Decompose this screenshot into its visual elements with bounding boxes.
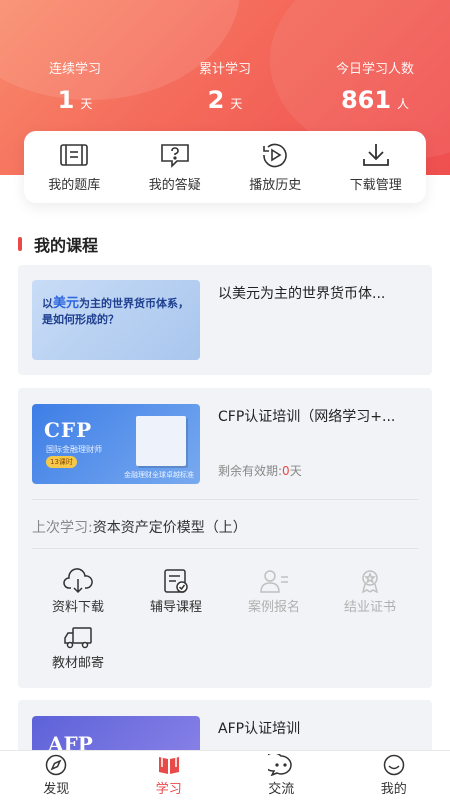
smile-icon [383, 754, 404, 776]
question-bank-icon [60, 143, 89, 166]
stat-unit: 天 [230, 97, 243, 111]
action-label: 辅导课程 [149, 600, 202, 615]
divider [32, 499, 418, 500]
certificate-icon [361, 570, 379, 594]
section-title-text: 我的课程 [34, 236, 99, 255]
action-label: 教材邮寄 [51, 656, 104, 671]
tab-label: 交流 [268, 782, 295, 797]
thumb-text-highlight: 美元 [53, 296, 80, 311]
section-title: 我的课程 [18, 232, 98, 256]
quick-link-play-history[interactable]: 播放历史 [225, 131, 326, 203]
compass-icon [46, 754, 67, 776]
thumb-logo: CFP [44, 418, 93, 442]
stat-value: 1 [57, 86, 75, 114]
expiry-value: 0 [282, 464, 290, 478]
stat-value: 2 [207, 86, 225, 114]
stat-total: 累计学习 2天 [150, 58, 300, 114]
book-icon [158, 757, 179, 774]
stat-unit: 天 [80, 97, 93, 111]
qa-icon [160, 143, 189, 168]
stat-consecutive: 连续学习 1天 [0, 58, 150, 114]
quick-link-label: 我的题库 [48, 177, 101, 193]
course-expiry: 剩余有效期:0天 [218, 462, 302, 479]
quick-link-label: 下载管理 [349, 177, 402, 193]
tab-label: 发现 [43, 782, 70, 797]
stat-unit: 人 [397, 97, 410, 111]
action-label: 结业证书 [343, 600, 396, 615]
quick-link-question-bank[interactable]: 我的题库 [24, 131, 125, 203]
tab-discover[interactable]: 发现 [0, 751, 113, 800]
quick-link-qa[interactable]: 我的答疑 [125, 131, 226, 203]
thumb-text: 是如何形成的？ [42, 313, 119, 326]
thumb-text: 为主的世界货币体系， [79, 297, 190, 310]
thumb-subtitle: 国际金融理财师 [46, 445, 102, 454]
stat-label: 连续学习 [48, 62, 101, 77]
certificate-graphic [136, 416, 186, 466]
stat-value: 861 [340, 86, 392, 114]
tab-label: 学习 [155, 782, 182, 797]
quick-link-label: 播放历史 [249, 177, 302, 193]
truck-icon [64, 627, 92, 649]
expiry-unit: 天 [289, 464, 302, 478]
stat-label: 今日学习人数 [335, 62, 414, 77]
course-title[interactable]: 以美元为主的世界货币体... [218, 283, 422, 303]
action-textbook-mail[interactable]: 教材邮寄 [38, 624, 118, 671]
thumb-text: 以 [42, 297, 53, 310]
action-label: 资料下载 [51, 600, 104, 615]
tab-community[interactable]: 交流 [225, 751, 338, 800]
course-card: CFP 国际金融理财师 13课时 金融理财全球卓越标准 CFP认证培训（网络学习… [18, 388, 432, 688]
play-history-icon [263, 143, 288, 167]
action-label: 案例报名 [247, 600, 300, 615]
download-icon [362, 143, 389, 166]
action-materials-download[interactable]: 资料下载 [38, 568, 118, 615]
course-title[interactable]: AFP认证培训 [218, 718, 422, 738]
action-tutoring[interactable]: 辅导课程 [136, 568, 216, 615]
course-thumbnail[interactable]: CFP 国际金融理财师 13课时 金融理财全球卓越标准 [32, 404, 200, 484]
action-case-signup[interactable]: 案例报名 [234, 568, 314, 615]
stat-today-learners: 今日学习人数 861 人 [300, 58, 450, 114]
action-certificate[interactable]: 结业证书 [330, 568, 410, 615]
tab-study[interactable]: 学习 [113, 751, 226, 800]
expiry-label: 剩余有效期: [218, 464, 283, 478]
chat-icon [268, 754, 292, 776]
thumb-tag: 13课时 [46, 456, 77, 468]
quick-link-label: 我的答疑 [148, 177, 201, 193]
last-studied[interactable]: 上次学习:资本资产定价模型（上） [32, 517, 247, 537]
bottom-tab-bar: 发现 学习 交流 我的 [0, 750, 450, 800]
tutoring-icon [164, 569, 188, 593]
tab-mine[interactable]: 我的 [338, 751, 450, 800]
divider [32, 548, 418, 549]
course-card[interactable]: 以美元为主的世界货币体系， 是如何形成的？ 以美元为主的世界货币体... [18, 265, 432, 375]
last-studied-value: 资本资产定价模型（上） [92, 520, 247, 536]
cloud-download-icon [63, 568, 93, 594]
last-studied-label: 上次学习: [32, 520, 93, 536]
section-accent-bar [18, 237, 22, 251]
stat-label: 累计学习 [198, 62, 251, 77]
tab-label: 我的 [380, 782, 407, 797]
stats-row: 连续学习 1天 累计学习 2天 今日学习人数 861 人 [0, 58, 450, 114]
course-thumbnail: 以美元为主的世界货币体系， 是如何形成的？ [32, 280, 200, 360]
case-signup-icon [260, 570, 288, 593]
thumb-footer: 金融理财全球卓越标准 [124, 471, 194, 479]
course-title[interactable]: CFP认证培训（网络学习+... [218, 406, 422, 426]
quick-link-downloads[interactable]: 下载管理 [326, 131, 427, 203]
quick-links-card: 我的题库 我的答疑 播放历史 下载管理 [24, 131, 426, 203]
